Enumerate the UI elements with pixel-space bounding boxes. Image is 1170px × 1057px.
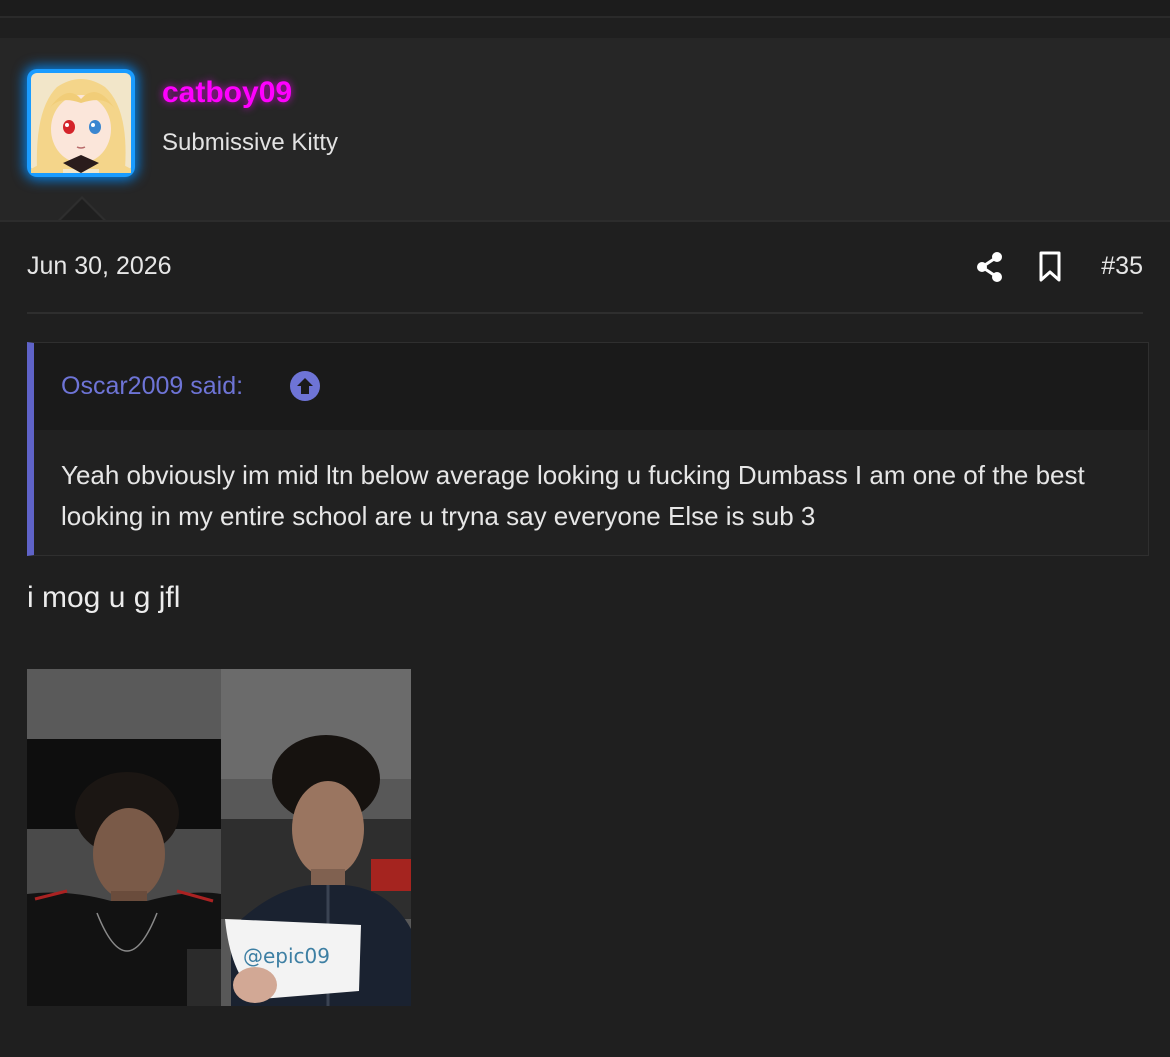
- post-meta: Jun 30, 2026 #35: [27, 248, 1143, 288]
- post-permalink[interactable]: #35: [1101, 252, 1143, 281]
- meta-divider: [27, 312, 1143, 314]
- username-link[interactable]: catboy09: [162, 76, 292, 110]
- share-icon: [977, 252, 1002, 282]
- attachment-photo-1[interactable]: [27, 669, 221, 1006]
- thread-page: catboy09 Submissive Kitty Jun 30, 2026 #…: [0, 0, 1170, 1057]
- post-user-header: catboy09 Submissive Kitty: [0, 38, 1170, 222]
- post-body: i mog u g jfl: [27, 581, 181, 614]
- bookmark-button[interactable]: [1037, 250, 1063, 284]
- quote-jump-button[interactable]: [289, 370, 321, 402]
- attachment-photo-2[interactable]: @epic09: [221, 669, 411, 1006]
- quote-text: Yeah obviously im mid ltn below average …: [61, 460, 1085, 531]
- quote-block: Oscar2009 said: Yeah obviously im mid lt…: [27, 342, 1149, 556]
- avatar-image: [31, 73, 131, 173]
- bookmark-icon: [1039, 251, 1061, 282]
- header-pointer-fill: [61, 199, 103, 220]
- quote-attribution[interactable]: Oscar2009 said:: [61, 372, 243, 401]
- share-button[interactable]: [975, 250, 1005, 284]
- attachment-note-text: @epic09: [243, 944, 330, 968]
- arrow-up-circle-icon: [290, 371, 320, 401]
- avatar[interactable]: [27, 69, 135, 177]
- attachment-image: @epic09: [221, 669, 411, 1006]
- attachment-image: [27, 669, 221, 1006]
- user-title: Submissive Kitty: [162, 129, 339, 156]
- top-divider: [0, 0, 1170, 18]
- post-date[interactable]: Jun 30, 2026: [27, 252, 172, 281]
- quote-header: Oscar2009 said:: [34, 343, 1148, 430]
